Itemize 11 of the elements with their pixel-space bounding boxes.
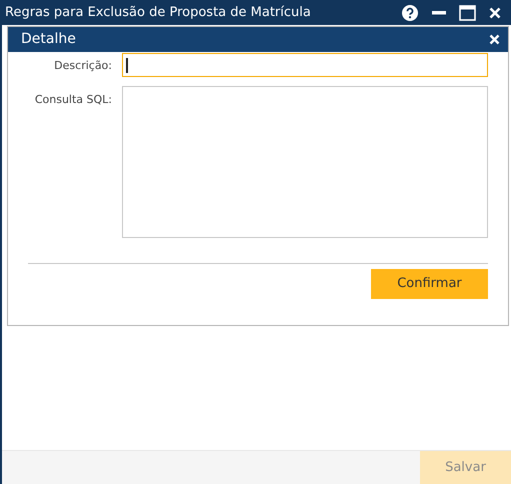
field-label: Descrição: — [53, 58, 112, 74]
input-field[interactable] — [122, 53, 488, 77]
field-label: Consulta SQL: — [34, 92, 112, 108]
window-title: Regras para Exclusão de Proposta de Matrícula — [5, 4, 312, 22]
maximize-icon[interactable] — [459, 4, 476, 20]
minimize-icon[interactable] — [432, 10, 446, 14]
dialog-title: Detalhe — [21, 30, 77, 49]
confirm-button[interactable]: Confirmar — [371, 269, 488, 299]
close-icon[interactable] — [489, 34, 500, 45]
close-icon[interactable] — [489, 6, 501, 18]
help-icon[interactable] — [402, 4, 418, 20]
